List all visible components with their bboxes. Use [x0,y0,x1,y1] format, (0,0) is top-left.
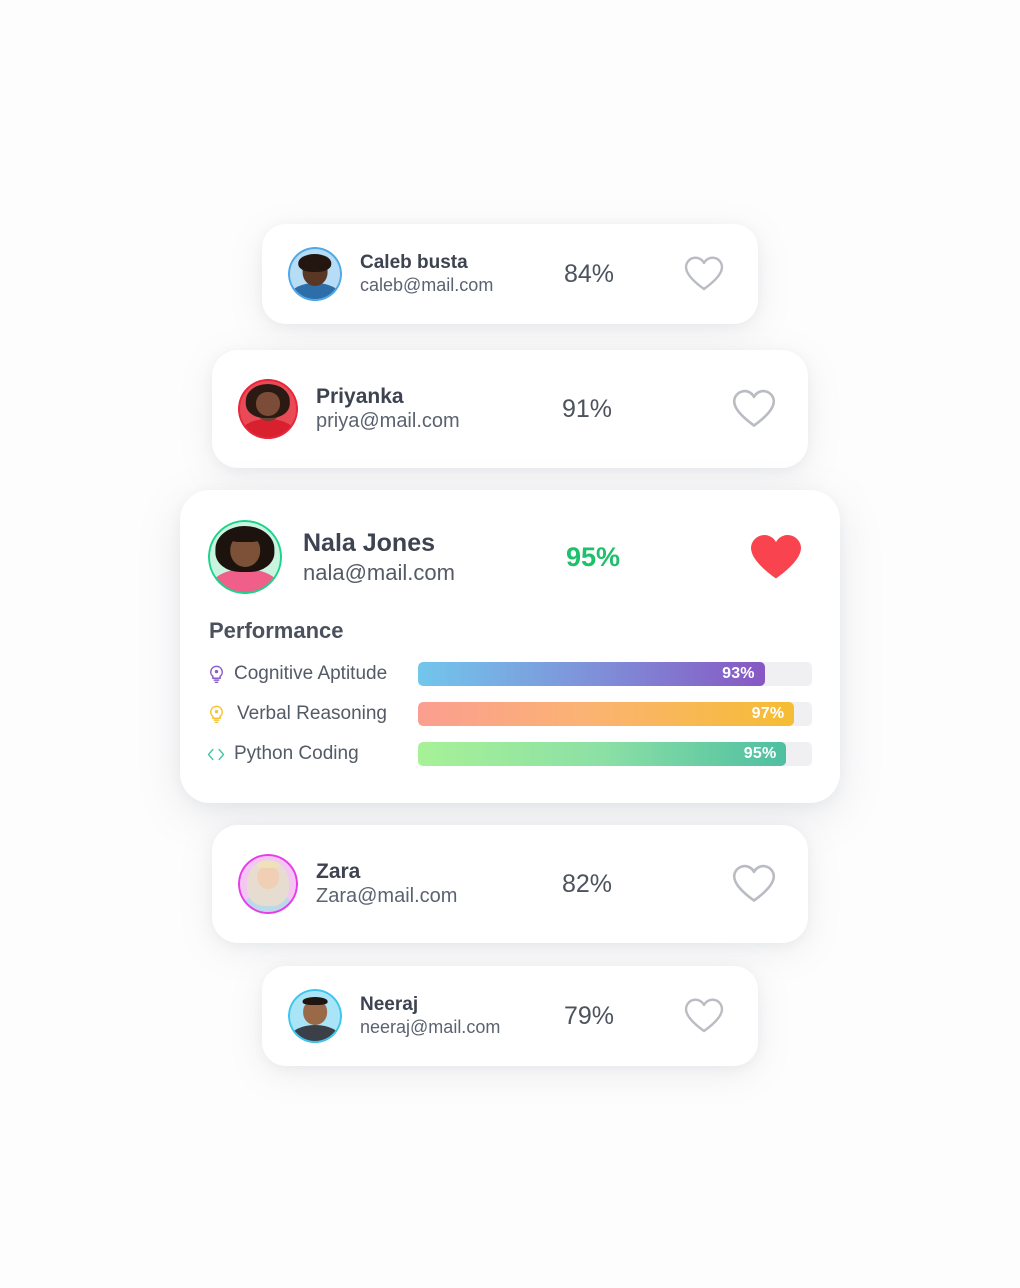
candidate-email: neeraj@mail.com [360,1017,501,1038]
performance-bar-fill: 93% [418,662,765,686]
candidate-card-zara[interactable]: Zara Zara@mail.com 82% [212,825,808,943]
candidate-card-featured-nala[interactable]: Nala Jones nala@mail.com 95% Performance [180,490,840,803]
performance-row-label: Verbal Reasoning [180,703,418,725]
performance-row: Cognitive Aptitude 93% [180,654,840,694]
performance-row-label: Python Coding [180,743,418,765]
lightbulb-icon [207,704,225,724]
candidate-score: 84% [563,259,614,288]
performance-label-text: Python Coding [234,743,359,764]
candidate-score: 79% [563,1001,614,1030]
performance-bar-value: 97% [751,705,785,722]
performance-title: Performance [209,618,344,643]
avatar [288,989,342,1043]
candidate-name: Zara [316,859,361,883]
performance-bar-track: 93% [418,662,812,686]
candidate-score: 91% [561,394,612,423]
avatar [208,520,282,594]
avatar [288,247,342,301]
performance-bar-fill: 95% [418,742,787,766]
avatar-photo [288,247,342,301]
candidate-name: Priyanka [316,384,404,408]
candidate-list-panel: Caleb busta caleb@mail.com 84% Priyanka … [0,0,1020,1288]
heart-outline-icon [684,998,724,1033]
candidate-card-caleb[interactable]: Caleb busta caleb@mail.com 84% [262,224,758,324]
heart-outline-icon [732,389,776,427]
performance-row-label: Cognitive Aptitude [180,663,418,685]
performance-bar-track: 95% [418,742,812,766]
candidate-score: 95% [565,541,620,572]
avatar [238,379,298,439]
candidate-card-neeraj[interactable]: Neeraj neeraj@mail.com 79% [262,966,758,1066]
heart-outline-icon [732,864,776,902]
code-brackets-icon [207,744,225,764]
avatar-photo [238,379,298,439]
candidate-name: Caleb busta [360,252,468,274]
avatar [238,854,298,914]
avatar-photo [238,854,298,914]
performance-label-text: Verbal Reasoning [237,703,387,724]
performance-row: Verbal Reasoning 97% [180,694,840,734]
lightbulb-icon [207,664,225,684]
candidate-email: priya@mail.com [316,410,460,433]
candidate-email: nala@mail.com [303,559,455,585]
candidate-name: Neeraj [360,994,419,1016]
favorite-button-active[interactable] [748,529,804,585]
favorite-button[interactable] [730,860,778,908]
candidate-name: Nala Jones [303,528,436,557]
favorite-button[interactable] [680,992,728,1040]
heart-filled-icon [751,535,801,579]
avatar-photo [288,989,342,1043]
featured-header: Nala Jones nala@mail.com 95% [180,490,840,594]
favorite-button[interactable] [730,385,778,433]
performance-row: Python Coding 95% [180,734,840,774]
performance-bar-fill: 97% [418,702,795,726]
performance-bar-value: 93% [722,665,755,682]
performance-bar-track: 97% [418,702,812,726]
avatar-photo [208,520,282,594]
candidate-email: caleb@mail.com [360,275,494,296]
favorite-button[interactable] [680,250,728,298]
candidate-email: Zara@mail.com [316,885,458,908]
performance-label-text: Cognitive Aptitude [234,663,388,684]
candidate-score: 82% [561,869,612,898]
heart-outline-icon [684,256,724,291]
performance-bar-value: 95% [743,745,777,762]
candidate-card-priyanka[interactable]: Priyanka priya@mail.com 91% [212,350,808,468]
performance-bar-chart: Cognitive Aptitude 93% Verbal Reasoning … [180,644,840,774]
